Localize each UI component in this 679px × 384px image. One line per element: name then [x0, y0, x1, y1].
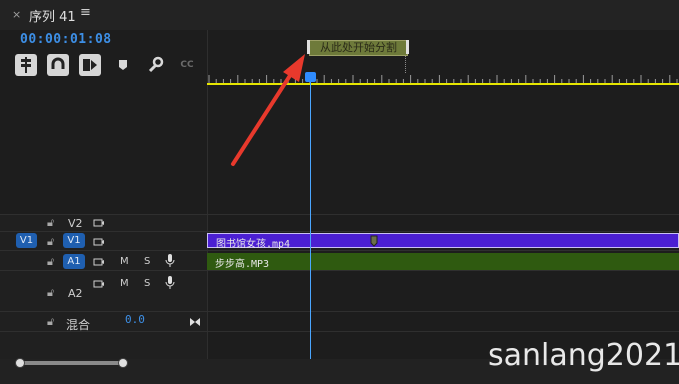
zoom-scroll-track[interactable] [19, 361, 123, 365]
sequence-tab-title[interactable]: 序列 41 [29, 6, 76, 25]
snap-magnet-icon[interactable] [47, 54, 69, 76]
track-divider [0, 331, 679, 332]
a2-solo-button[interactable]: S [144, 278, 150, 289]
clip-marker-icon[interactable] [370, 235, 378, 247]
a2-track-name: A2 [68, 287, 83, 300]
a1-solo-button[interactable]: S [144, 256, 150, 267]
v1-lock-icon[interactable]: 🔓︎ [47, 235, 54, 249]
mix-end-icon[interactable] [189, 313, 201, 332]
audio-clip-label: 步步高.MP3 [215, 259, 270, 270]
zoom-right-handle[interactable] [118, 358, 128, 368]
insert-nest-toggle-icon[interactable] [15, 54, 37, 76]
mix-lock-icon[interactable]: 🔓︎ [47, 315, 54, 329]
mix-volume-value[interactable]: 0.0 [125, 313, 145, 326]
wrench-settings-icon[interactable] [144, 54, 166, 76]
a1-sync-icon[interactable] [93, 254, 105, 273]
a2-voiceover-mic-icon[interactable] [165, 275, 175, 295]
linked-selection-icon[interactable] [79, 54, 101, 76]
marker-right-handle[interactable] [406, 40, 409, 54]
a2-sync-icon[interactable] [93, 276, 105, 295]
a2-lock-icon[interactable]: 🔓︎ [47, 286, 54, 300]
playhead-timecode[interactable]: 00:00:01:08 [20, 32, 112, 47]
a1-voiceover-mic-icon[interactable] [165, 253, 175, 273]
a2-mute-button[interactable]: M [120, 278, 129, 289]
mix-track-name: 混合 [66, 318, 91, 332]
video-clip-label: 图书馆女孩.mp4 [216, 239, 291, 250]
panel-menu-icon[interactable]: ≡ [80, 5, 91, 20]
track-divider [0, 311, 679, 312]
add-marker-icon[interactable] [112, 54, 134, 76]
v1-source-patch[interactable]: V1 [16, 233, 37, 248]
v2-track-name: V2 [68, 217, 83, 230]
zoom-left-handle[interactable] [15, 358, 25, 368]
sequence-tab-bar [0, 0, 679, 30]
close-tab-icon[interactable]: × [12, 8, 21, 21]
captions-cc-icon[interactable]: CC [176, 54, 198, 76]
a1-mute-button[interactable]: M [120, 256, 129, 267]
v2-sync-icon[interactable] [93, 215, 105, 234]
a1-lock-icon[interactable]: 🔓︎ [47, 255, 54, 269]
v2-lock-icon[interactable]: 🔓︎ [47, 216, 54, 230]
a1-track-target[interactable]: A1 [63, 254, 85, 269]
red-annotation-arrow [231, 54, 305, 166]
video-clip[interactable]: 图书馆女孩.mp4 [207, 233, 679, 250]
marker-comment-label[interactable]: 从此处开始分割 [309, 40, 408, 56]
watermark-text: sanlang2021 [488, 338, 679, 373]
v1-track-target[interactable]: V1 [63, 233, 85, 248]
v1-sync-icon[interactable] [93, 234, 105, 253]
audio-clip[interactable]: 步步高.MP3 [207, 253, 679, 270]
